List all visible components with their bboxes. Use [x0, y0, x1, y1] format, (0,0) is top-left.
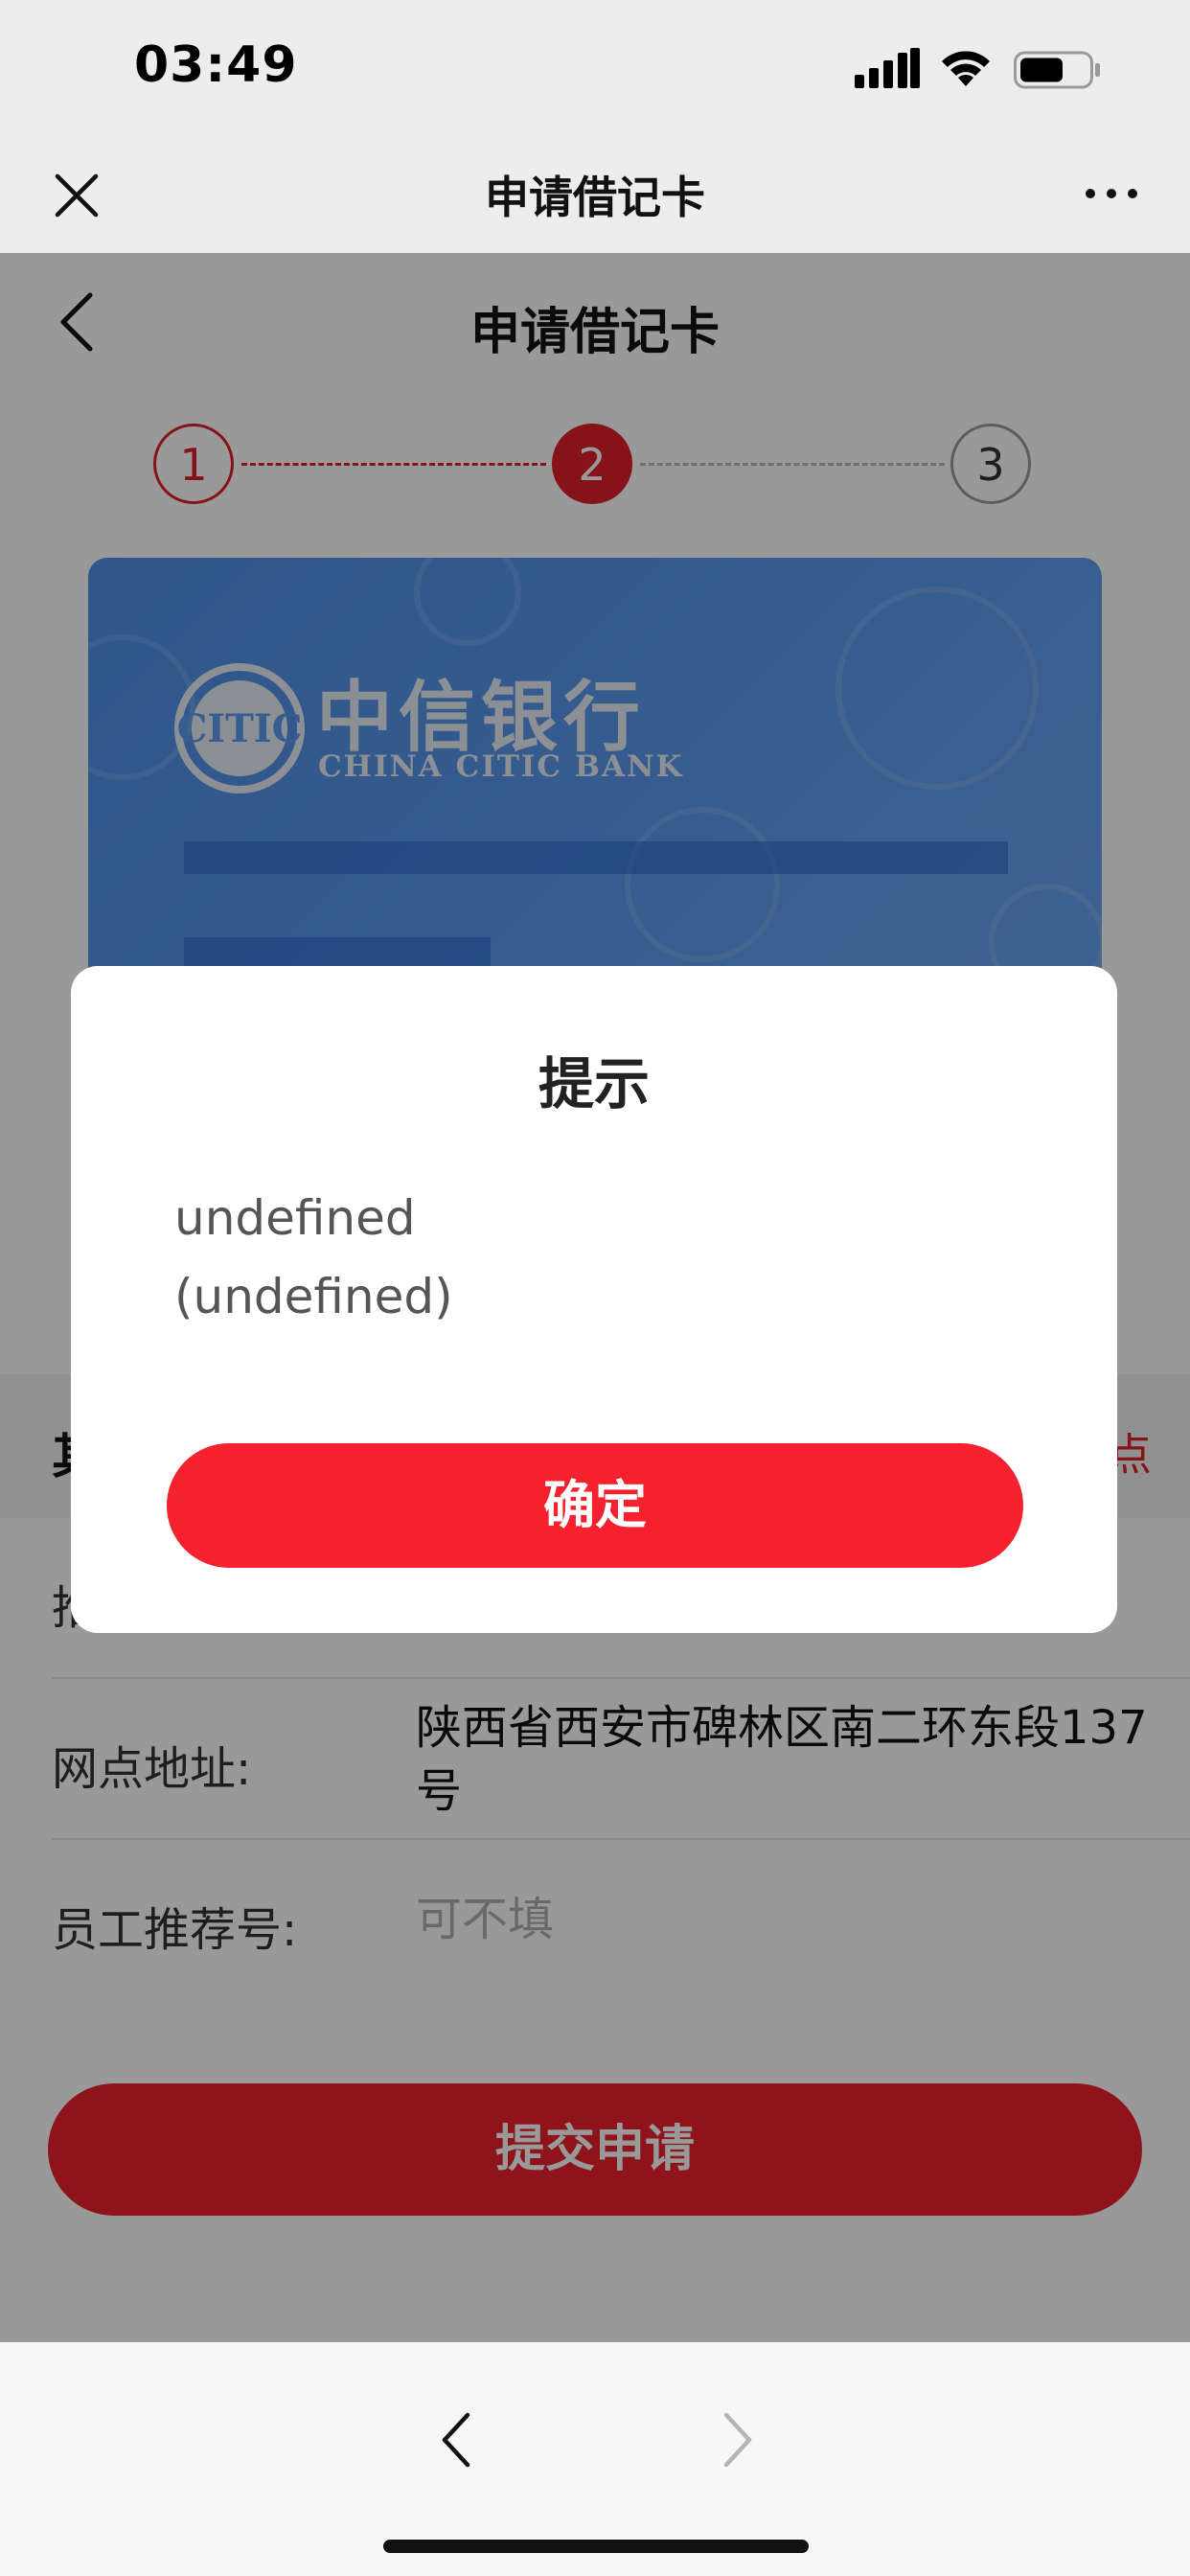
- dialog-message-line: (undefined): [174, 1269, 453, 1324]
- more-dots-icon[interactable]: [1083, 184, 1140, 203]
- wechat-page-title: 申请借记卡: [485, 172, 705, 223]
- dialog-title: 提示: [538, 1051, 650, 1116]
- alert-dialog: 提示 undefined (undefined) 确定: [71, 966, 1117, 1633]
- status-bar: 03:49: [0, 0, 1190, 134]
- wechat-nav-bar: 申请借记卡: [0, 134, 1190, 253]
- chevron-right-icon[interactable]: [719, 2409, 757, 2471]
- wifi-icon: [942, 51, 990, 86]
- browser-bottom-bar: [0, 2342, 1190, 2576]
- dialog-message: undefined (undefined): [174, 1179, 453, 1336]
- cellular-signal-icon: [855, 48, 920, 88]
- chevron-left-icon[interactable]: [437, 2409, 475, 2471]
- status-time: 03:49: [134, 36, 298, 94]
- battery-icon: [1014, 51, 1100, 89]
- home-indicator: [383, 2540, 809, 2553]
- confirm-button[interactable]: 确定: [167, 1443, 1023, 1568]
- dialog-message-line: undefined: [174, 1190, 416, 1246]
- screen: 03:49 申请借记卡 申请借记卡 1 2 3 CITIC 中信银行 CHINA…: [0, 0, 1190, 2576]
